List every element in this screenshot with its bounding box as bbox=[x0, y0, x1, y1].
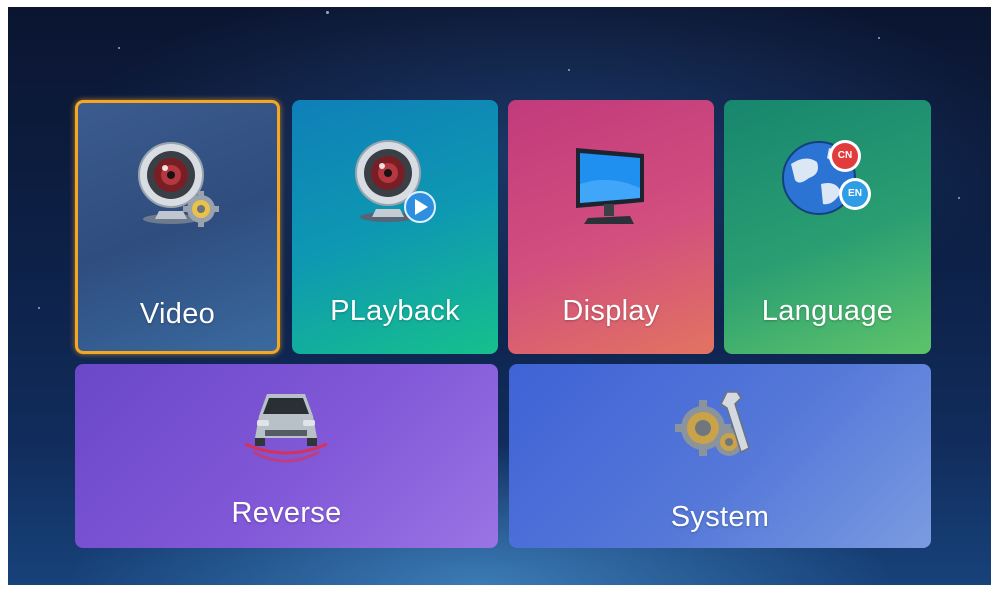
monitor-icon bbox=[576, 148, 644, 224]
language-label: Language bbox=[761, 295, 894, 327]
video-label: Video bbox=[139, 298, 216, 330]
playback-label: PLayback bbox=[330, 295, 460, 327]
main-menu-screen: Video PLayback Display CN EN Language Re… bbox=[8, 7, 991, 585]
display-tile[interactable]: Display bbox=[508, 100, 714, 354]
cn-badge: CN bbox=[829, 140, 861, 172]
background-star bbox=[878, 37, 880, 39]
en-badge: EN bbox=[839, 178, 871, 210]
language-tile[interactable]: CN EN Language bbox=[724, 100, 931, 354]
reverse-label: Reverse bbox=[231, 497, 342, 529]
background-star bbox=[326, 11, 329, 14]
display-label: Display bbox=[562, 295, 660, 327]
background-star bbox=[118, 47, 120, 49]
reverse-tile[interactable]: Reverse bbox=[75, 364, 498, 548]
background-star bbox=[38, 307, 40, 309]
globe-language-icon: CN EN bbox=[781, 134, 877, 224]
background-star bbox=[958, 197, 960, 199]
playback-tile[interactable]: PLayback bbox=[292, 100, 498, 354]
camera-settings-icon bbox=[138, 142, 219, 227]
system-tile[interactable]: System bbox=[509, 364, 931, 548]
video-tile[interactable]: Video bbox=[75, 100, 280, 354]
background-star bbox=[568, 69, 570, 71]
system-label: System bbox=[670, 501, 770, 533]
camera-play-icon bbox=[355, 140, 436, 223]
gear-wrench-icon bbox=[675, 391, 750, 456]
car-rear-sensor-icon bbox=[244, 394, 328, 463]
